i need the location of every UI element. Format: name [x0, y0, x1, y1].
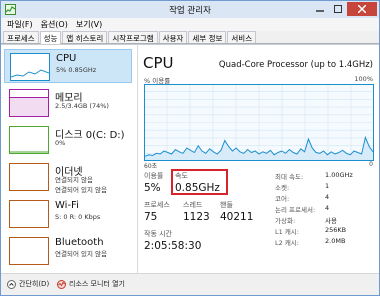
open-resource-monitor-link[interactable]: 리소스 모니터 열기: [57, 279, 125, 289]
processes-label: 프로세스: [144, 201, 170, 209]
title-bar: 작업 관리자: [1, 1, 379, 18]
handles-label: 핸들: [220, 201, 233, 209]
spec-value: 4: [325, 204, 330, 212]
speed-value: 0.85GHz: [175, 182, 220, 194]
uptime-value: 2:05:58:30: [144, 240, 202, 252]
cpu-thumbnail: [10, 53, 50, 81]
graph-time-end: 0: [369, 161, 373, 168]
sidebar-item-detail: 5% 0.85GHz: [56, 66, 97, 74]
menu-bar: 파일(F) 옵션(O) 보기(V): [1, 18, 379, 31]
menu-options[interactable]: 옵션(O): [37, 18, 72, 31]
performance-panel: CPU 5% 0.85GHz 메모리 2.5/3.4GB (74%) 디스크 0…: [1, 44, 379, 274]
sidebar-item-label: Bluetooth: [55, 237, 104, 248]
sidebar-item-detail: 0%: [55, 139, 66, 147]
sidebar-item-memory[interactable]: 메모리 2.5/3.4GB (74%): [4, 86, 132, 120]
tab-details[interactable]: 세부 정보: [188, 31, 227, 43]
spec-value: 2.0MB: [325, 237, 346, 245]
minimize-button[interactable]: [311, 2, 329, 16]
maximize-button[interactable]: [329, 2, 347, 16]
threads-value: 1123: [183, 211, 210, 223]
processor-model: Quad-Core Processor (up to 1.4GHz): [218, 60, 373, 70]
spec-value: 사용: [325, 217, 337, 225]
tab-users[interactable]: 사용자: [158, 31, 188, 43]
uptime-label: 작동 시간: [144, 230, 172, 238]
tab-app-history[interactable]: 앱 히스토리: [62, 31, 108, 43]
resource-monitor-icon: [57, 279, 66, 289]
page-title: CPU: [143, 54, 174, 72]
spec-value: 4: [325, 193, 330, 201]
sidebar-item-ethernet[interactable]: 이더넷 연결되지 않음 연결되어 있지 않음: [4, 160, 132, 194]
cpu-detail-panel: CPU Quad-Core Processor (up to 1.4GHz) %…: [141, 45, 377, 274]
sidebar-item-disk[interactable]: 디스크 0(C: D:) 0%: [4, 123, 132, 157]
spec-value: 256KB: [325, 226, 347, 234]
sidebar-item-wifi[interactable]: Wi-Fi S: 0 R: 0 Kbps: [4, 197, 132, 231]
fewer-details-button[interactable]: 간단히(D): [7, 279, 49, 289]
utilization-max: 100%: [354, 75, 373, 83]
processes-value: 75: [144, 211, 158, 223]
task-manager-window: 작업 관리자 파일(F) 옵션(O) 보기(V) 프로세스 성능 앱 히스토리 …: [0, 0, 380, 296]
minimize-icon: [316, 10, 324, 12]
speed-label: 속도: [175, 172, 188, 180]
wifi-thumbnail: [9, 200, 49, 228]
sidebar-item-label: CPU: [56, 53, 77, 64]
usage-label: 이용률: [144, 172, 164, 180]
fewer-details-label: 간단히(D): [19, 280, 50, 288]
spec-label: L1 캐시:: [275, 228, 299, 236]
spec-value: 1: [325, 182, 330, 190]
status-footer: 간단히(D) 리소스 모니터 열기: [1, 273, 379, 295]
ethernet-thumbnail: [9, 163, 49, 191]
menu-view[interactable]: 보기(V): [72, 18, 106, 31]
bluetooth-thumbnail: [9, 237, 49, 265]
handles-value: 40211: [220, 211, 254, 223]
resource-sidebar: CPU 5% 0.85GHz 메모리 2.5/3.4GB (74%) 디스크 0…: [4, 49, 134, 271]
spec-label: 가상화:: [275, 217, 296, 225]
sidebar-item-label: Wi-Fi: [55, 200, 79, 211]
tab-bar: 프로세스 성능 앱 히스토리 시작프로그램 사용자 세부 정보 서비스: [1, 31, 379, 44]
threads-label: 스레드: [183, 201, 203, 209]
graph-time-start: 60초: [144, 163, 158, 170]
close-button[interactable]: [347, 2, 377, 16]
sidebar-item-detail: 연결되지 않음: [55, 176, 93, 184]
sidebar-item-cpu[interactable]: CPU 5% 0.85GHz: [4, 49, 132, 83]
maximize-icon: [334, 5, 342, 13]
tab-performance[interactable]: 성능: [39, 31, 62, 44]
spec-value: 1.00GHz: [325, 171, 353, 179]
cpu-utilization-graph: [144, 84, 374, 161]
spec-label: L2 캐시:: [275, 239, 299, 247]
tab-startup[interactable]: 시작프로그램: [108, 31, 158, 43]
sidebar-item-detail: 2.5/3.4GB (74%): [55, 102, 109, 110]
tab-processes[interactable]: 프로세스: [3, 31, 39, 43]
menu-file[interactable]: 파일(F): [3, 18, 37, 31]
close-icon: [358, 5, 366, 13]
disk-thumbnail: [9, 126, 49, 154]
spec-label: 논리 프로세서:: [275, 206, 316, 214]
spec-label: 최대 속도:: [275, 173, 304, 181]
sidebar-divider: [137, 45, 138, 274]
usage-value: 5%: [144, 182, 161, 194]
chevron-up-icon: [7, 279, 16, 289]
sidebar-item-detail: S: 0 R: 0 Kbps: [55, 213, 101, 221]
spec-label: 소켓:: [275, 184, 290, 192]
tab-services[interactable]: 서비스: [227, 31, 257, 43]
spec-label: 코어:: [275, 195, 290, 203]
resource-monitor-label: 리소스 모니터 열기: [69, 280, 125, 288]
memory-thumbnail: [9, 89, 49, 117]
sidebar-item-detail: 연결되어 있지 않음: [55, 250, 107, 258]
sidebar-item-detail-2: 연결되어 있지 않음: [55, 186, 107, 194]
sidebar-item-bluetooth[interactable]: Bluetooth 연결되어 있지 않음: [4, 234, 132, 268]
